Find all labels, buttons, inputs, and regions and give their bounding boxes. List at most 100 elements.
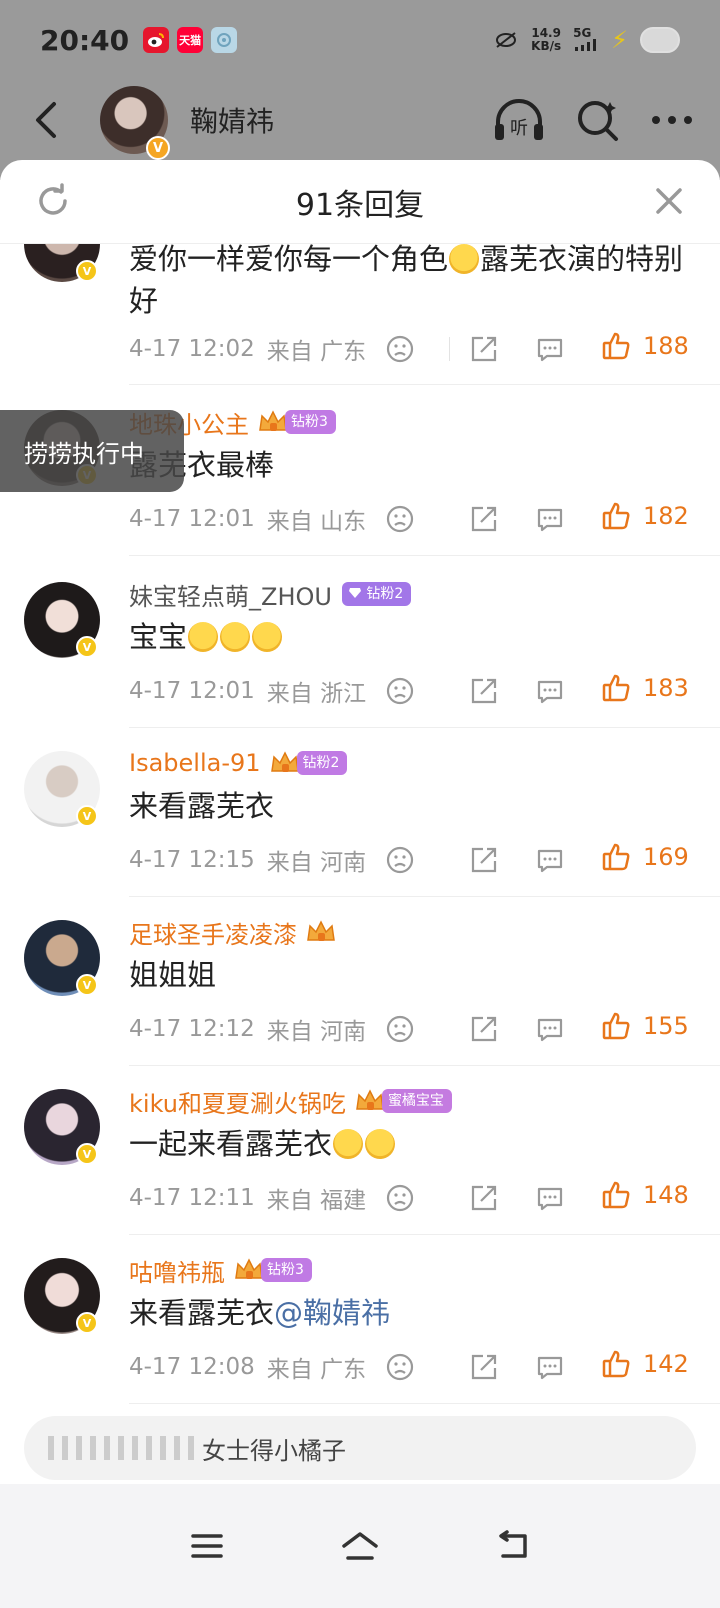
- profile-name[interactable]: 鞠婧祎: [190, 100, 274, 140]
- pleading-emoji-icon: [252, 622, 283, 652]
- close-button[interactable]: [646, 178, 692, 224]
- comment-user[interactable]: 咕噜祎瓶 钻粉3: [129, 1253, 312, 1287]
- list-item: V 咕噜祎瓶 钻粉3 来看露芜衣@鞠婧祎 4-17 12:08 来自 广东 14…: [0, 1253, 720, 1414]
- like-count: 182: [643, 502, 689, 530]
- reply-input[interactable]: 女士得小橘子: [24, 1416, 696, 1480]
- comment-user[interactable]: 足球圣手凌凌漆: [129, 915, 337, 949]
- thumbs-up-icon: [602, 1012, 630, 1040]
- charging-icon: ⚡: [611, 26, 628, 54]
- dislike-icon[interactable]: [385, 334, 415, 364]
- battery-icon: [640, 27, 680, 53]
- back-button[interactable]: [26, 90, 66, 150]
- comment-location: 来自 广东: [266, 1357, 367, 1383]
- comment-meta: 4-17 12:11 来自 福建 148: [129, 1178, 709, 1218]
- comment-text-part: 来看露芜衣: [129, 1296, 275, 1330]
- comment-text: 一起来看露芜衣: [129, 1123, 689, 1165]
- comment-text-part: 爱你一样爱你每一个角色: [129, 244, 449, 276]
- comment-location: 来自 浙江: [266, 681, 367, 707]
- like-button[interactable]: 169: [601, 842, 689, 872]
- comment-username[interactable]: 妹宝轻点萌_ZHOU: [129, 577, 332, 612]
- like-button[interactable]: 183: [601, 673, 689, 703]
- reply-input-placeholder: 女士得小橘子: [202, 1436, 346, 1465]
- like-count: 155: [643, 1012, 689, 1040]
- comment-username[interactable]: 咕噜祎瓶: [129, 1253, 225, 1288]
- share-icon[interactable]: [469, 334, 499, 364]
- reply-icon[interactable]: [535, 334, 565, 364]
- like-count: 183: [643, 674, 689, 702]
- share-icon[interactable]: [469, 1183, 499, 1213]
- close-icon: [656, 188, 682, 214]
- comment-username[interactable]: Isabella-91: [129, 749, 261, 777]
- reply-icon[interactable]: [535, 1014, 565, 1044]
- like-button[interactable]: 182: [601, 501, 689, 531]
- svg-text:听: 听: [510, 118, 528, 139]
- comment-time: 4-17 12:08: [129, 1354, 255, 1380]
- divider: [129, 896, 720, 897]
- dislike-icon[interactable]: [385, 504, 415, 534]
- comment-user[interactable]: Isabella-91 钻粉2: [129, 746, 348, 780]
- comment-time: 4-17 12:01: [129, 678, 255, 704]
- comment-username[interactable]: 足球圣手凌凌漆: [129, 915, 297, 950]
- search-icon[interactable]: [576, 98, 620, 142]
- share-icon[interactable]: [469, 504, 499, 534]
- pleading-emoji-icon: [188, 622, 219, 652]
- more-icon[interactable]: [650, 114, 694, 126]
- like-button[interactable]: 155: [601, 1011, 689, 1041]
- comment-location: 来自 河南: [266, 850, 367, 876]
- fan-level-badge: 钻粉2: [296, 751, 348, 775]
- reply-icon[interactable]: [535, 504, 565, 534]
- comment-text: 姐姐姐: [129, 958, 217, 992]
- like-button[interactable]: 148: [601, 1180, 689, 1210]
- comment-location: 来自 广东: [266, 339, 367, 365]
- comment-user[interactable]: kiku和夏夏涮火锅吃 蜜橘宝宝: [129, 1084, 452, 1118]
- mention-link[interactable]: @鞠婧祎: [274, 1296, 390, 1330]
- reply-icon[interactable]: [535, 845, 565, 875]
- dislike-icon[interactable]: [385, 845, 415, 875]
- avatar[interactable]: V: [100, 86, 170, 160]
- header-actions: 听: [492, 96, 694, 144]
- like-button[interactable]: 188: [601, 331, 689, 361]
- comment-location: 来自 山东: [266, 509, 367, 535]
- dislike-icon[interactable]: [385, 1183, 415, 1213]
- reply-icon[interactable]: [535, 1183, 565, 1213]
- thumbs-up-icon: [602, 332, 630, 360]
- comment-text-part: 一起来看露芜衣: [129, 1127, 333, 1161]
- comment-username[interactable]: kiku和夏夏涮火锅吃: [129, 1084, 346, 1119]
- comment-location: 来自 河南: [266, 1019, 367, 1045]
- dislike-icon[interactable]: [385, 676, 415, 706]
- back-nav-button[interactable]: [483, 1516, 543, 1576]
- network-speed: 14.9 KB/s: [531, 27, 561, 53]
- comment-user[interactable]: 妹宝轻点萌_ZHOU 钻粉2: [129, 577, 412, 612]
- comment-time: 4-17 12:15: [129, 847, 255, 873]
- dislike-icon[interactable]: [385, 1352, 415, 1382]
- share-icon[interactable]: [469, 676, 499, 706]
- share-icon[interactable]: [469, 1014, 499, 1044]
- profile-header: V 鞠婧祎 听: [0, 80, 720, 160]
- divider: [129, 1403, 720, 1404]
- comment-time: 4-17 12:12: [129, 1016, 255, 1042]
- reply-icon[interactable]: [535, 676, 565, 706]
- like-button[interactable]: 142: [601, 1349, 689, 1379]
- system-nav-bar: [0, 1484, 720, 1608]
- list-item: V kiku和夏夏涮火锅吃 蜜橘宝宝 一起来看露芜衣 4-17 12:11 来自…: [0, 1084, 720, 1257]
- replies-panel: 91条回复 V 爱你一样爱你每一个角色 露芜衣演的特别好 4-17 12:02 来…: [0, 160, 720, 1608]
- headphones-listen-icon[interactable]: 听: [492, 96, 546, 144]
- reply-icon[interactable]: [535, 1352, 565, 1382]
- fan-level-badge: 蜜橘宝宝: [381, 1089, 452, 1113]
- like-count: 148: [643, 1181, 689, 1209]
- home-button[interactable]: [330, 1516, 390, 1576]
- comment-text: 来看露芜衣@鞠婧祎: [129, 1292, 689, 1334]
- refresh-icon: [39, 183, 67, 215]
- share-icon[interactable]: [469, 1352, 499, 1382]
- dislike-icon[interactable]: [385, 1014, 415, 1044]
- network-speed-unit: KB/s: [531, 39, 562, 53]
- comment-meta: 4-17 12:01 来自 山东 182: [129, 499, 709, 539]
- verified-badge: V: [146, 136, 170, 160]
- refresh-button[interactable]: [30, 178, 76, 224]
- app-icon: [211, 27, 238, 53]
- menu-button[interactable]: [177, 1516, 237, 1576]
- fan-level-label: 钻粉2: [366, 586, 404, 602]
- verified-badge: V: [76, 1312, 98, 1334]
- share-icon[interactable]: [469, 845, 499, 875]
- smile-emoji-icon: [333, 1129, 364, 1159]
